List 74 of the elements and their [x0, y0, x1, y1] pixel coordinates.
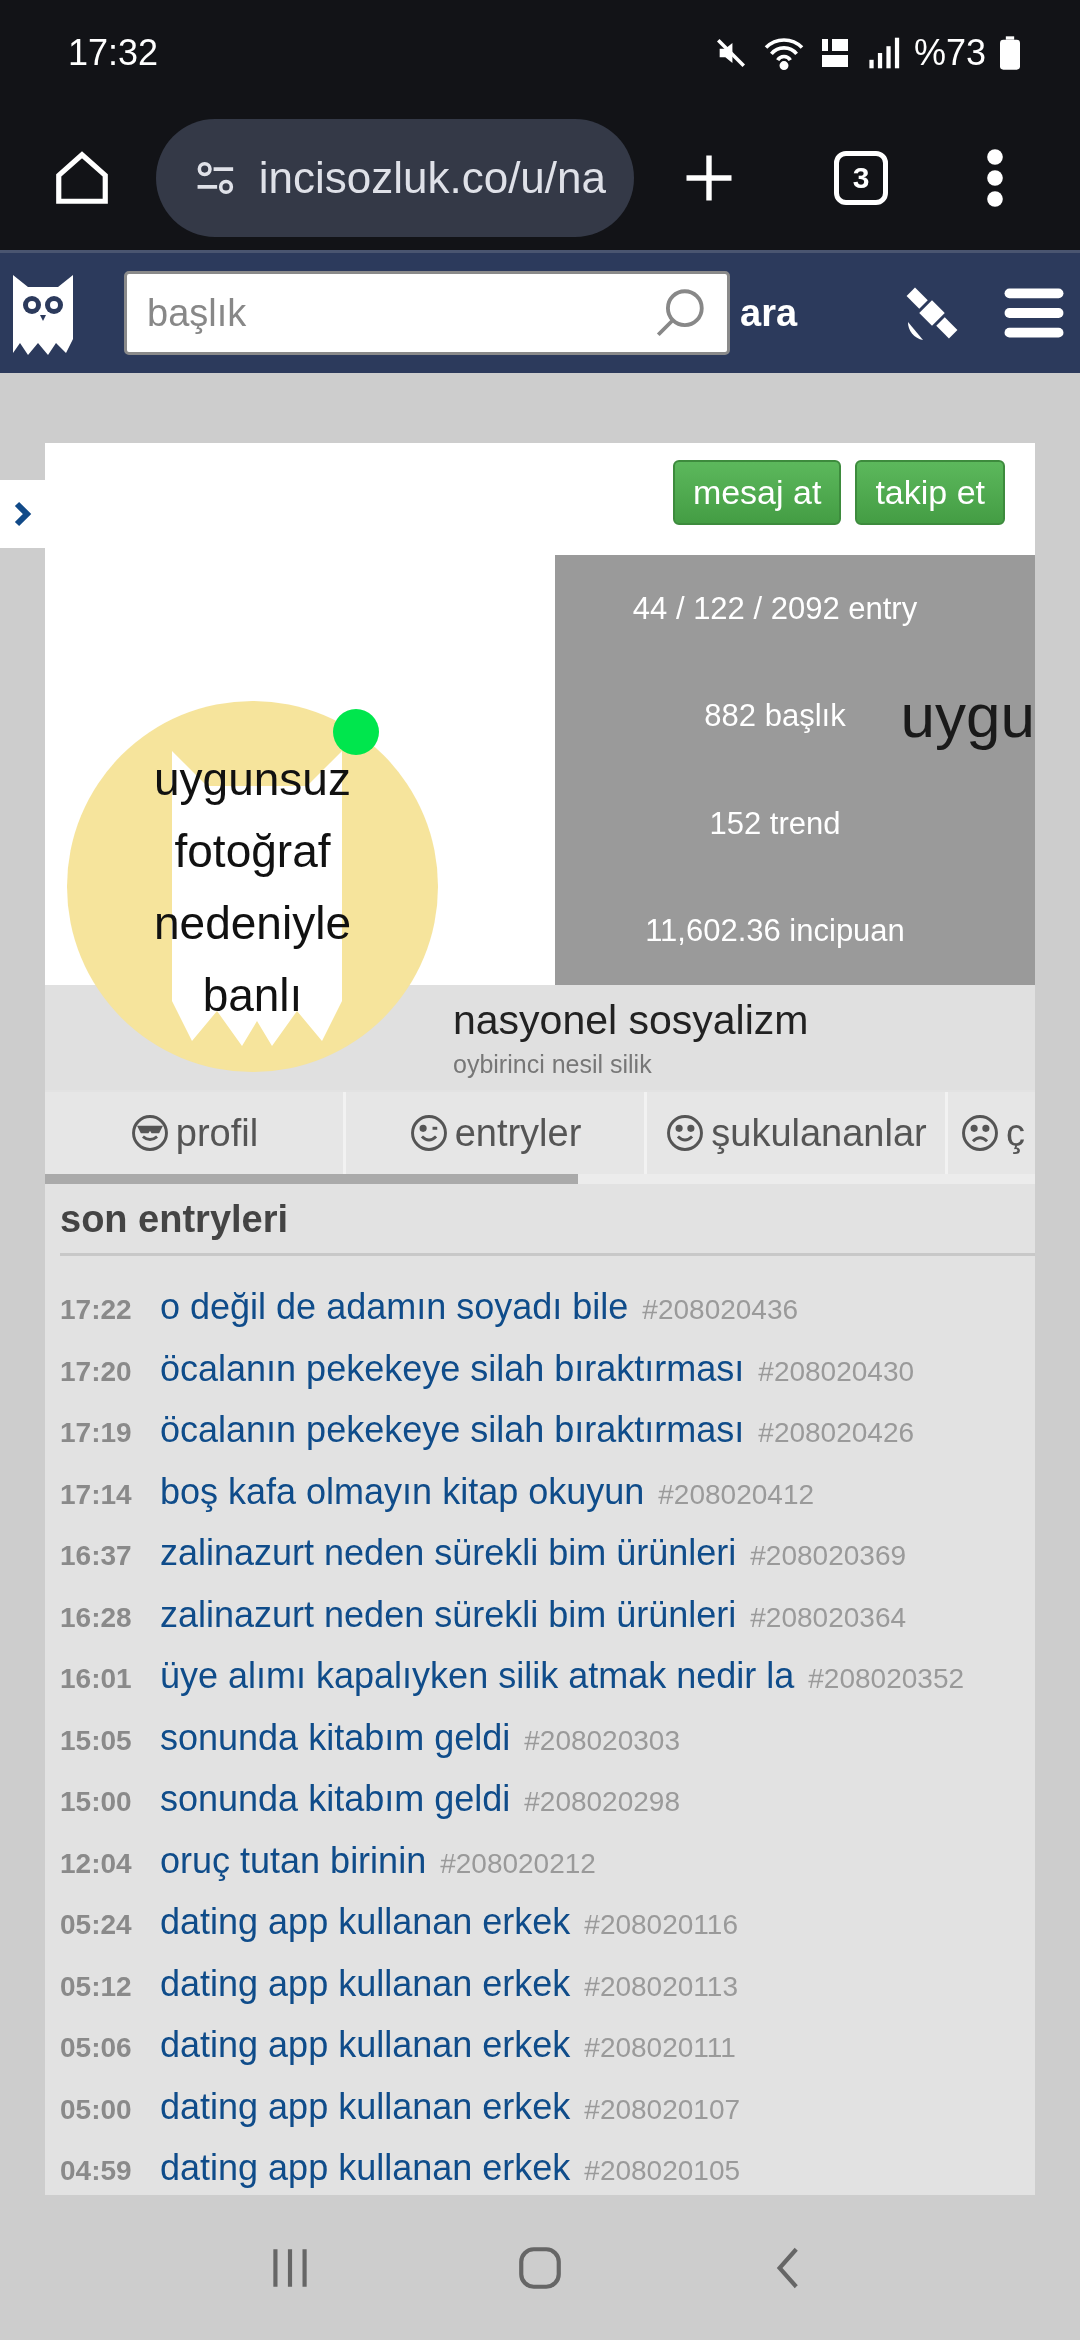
entry-id: #208020212 — [440, 1847, 596, 1879]
entry-title-link[interactable]: zalinazurt neden sürekli bim ürünleri — [160, 1532, 737, 1573]
menu-icon[interactable] — [1004, 286, 1064, 340]
profile-tab[interactable]: şukulananlar — [647, 1092, 948, 1174]
stat-text: 44 / 122 / 2092 entry — [632, 590, 918, 627]
stat-text: 152 trend — [709, 805, 841, 842]
entry-id: #208020369 — [750, 1540, 907, 1571]
entry-time: 04:59 — [60, 2154, 133, 2188]
entry-id: #208020364 — [750, 1601, 907, 1633]
status-time: 17:32 — [68, 31, 160, 74]
entry-time: 12:04 — [60, 1846, 133, 1881]
stats-backdrop-text: uygu — [900, 680, 1035, 751]
battery-icon — [1000, 35, 1020, 70]
sidebar-toggle[interactable] — [0, 480, 45, 548]
battery-level: %73 — [913, 31, 986, 74]
entry-time: 17:22 — [60, 1293, 133, 1327]
url-text: incisozluk.co/u/na — [258, 152, 606, 203]
entry-id: #208020111 — [584, 2032, 736, 2063]
entry-time: 05:06 — [60, 2031, 133, 2065]
entry-title-link[interactable]: dating app kullanan erkek — [160, 1962, 571, 2004]
address-bar[interactable]: incisozluk.co/u/na — [156, 118, 634, 237]
frown-face-icon — [960, 1113, 1000, 1153]
section-heading: son entryleri — [60, 1184, 1035, 1256]
search-field[interactable]: başlık — [145, 274, 651, 352]
entry-title-link[interactable]: dating app kullanan erkek — [160, 2024, 571, 2065]
entry-title-link[interactable]: o değil de adamın soyadı bile — [160, 1286, 629, 1327]
entry-id: #208020426 — [758, 1417, 915, 1448]
profile-tab[interactable]: entryler — [346, 1092, 647, 1174]
entry-id: #208020303 — [524, 1724, 680, 1756]
user-rank: oybirinci nesil silik — [453, 1050, 653, 1079]
entry-time: 05:00 — [60, 2092, 133, 2127]
entry-title-link[interactable]: dating app kullanan erkek — [160, 2085, 571, 2127]
entry-title-link[interactable]: öcalanın pekekeye silah bıraktırması — [160, 1409, 745, 1450]
entry-title-link[interactable]: zalinazurt neden sürekli bim ürünleri — [160, 1593, 737, 1635]
entry-title-link[interactable]: dating app kullanan erkek — [160, 2147, 571, 2188]
entry-title-link[interactable]: öcalanın pekekeye silah bıraktırması — [160, 1347, 745, 1389]
profile-tab[interactable]: ç — [948, 1092, 1035, 1174]
entry-time: 15:05 — [60, 1723, 133, 1758]
entry-time: 15:00 — [60, 1785, 133, 1819]
entry-id: #208020430 — [758, 1355, 915, 1387]
entry-id: #208020105 — [584, 2155, 741, 2186]
entry-time: 16:01 — [60, 1662, 133, 1696]
entry-id: #208020298 — [524, 1786, 680, 1817]
stat-text: 882 başlık — [704, 698, 846, 735]
sunglasses-face-icon — [129, 1113, 170, 1153]
entry-title-link[interactable]: üye alımı kapalıyken silik atmak nedir la — [160, 1655, 795, 1696]
entry-time: 17:19 — [60, 1416, 133, 1450]
avatar-caption: uygunsuz fotoğraf nedeniyle banlı — [153, 751, 352, 1023]
profile-tab[interactable]: profil — [45, 1092, 346, 1174]
entry-id: #208020412 — [658, 1478, 815, 1510]
stat-text: 11,602.36 incipuan — [645, 913, 905, 950]
entry-title-link[interactable]: sonunda kitabım geldi — [160, 1778, 511, 1819]
entry-time: 05:12 — [60, 1969, 133, 2004]
entry-title-link[interactable]: oruç tutan birinin — [160, 1839, 427, 1881]
smile-face-icon — [665, 1113, 706, 1153]
entry-time: 16:37 — [60, 1539, 133, 1573]
entry-time: 17:14 — [60, 1477, 133, 1512]
entry-id: #208020352 — [808, 1663, 965, 1694]
entry-title-link[interactable]: dating app kullanan erkek — [160, 1901, 571, 1942]
entry-title-link[interactable]: sonunda kitabım geldi — [160, 1716, 511, 1758]
chevron-right-icon — [12, 500, 33, 528]
entry-id: #208020113 — [584, 1970, 738, 2002]
user-name: nasyonel sosyalizm — [453, 997, 810, 1044]
entry-id: #208020436 — [642, 1294, 799, 1325]
wink-face-icon — [408, 1113, 449, 1153]
entry-id: #208020116 — [584, 1909, 738, 1940]
entry-time: 16:28 — [60, 1600, 133, 1635]
entry-id: #208020107 — [584, 2093, 741, 2125]
search-box[interactable]: başlık — [124, 271, 730, 355]
entry-title-link[interactable]: boş kafa olmayın kitap okuyun — [160, 1470, 645, 1512]
entry-time: 17:20 — [60, 1354, 133, 1389]
search-button[interactable]: ara — [740, 291, 798, 335]
entry-time: 05:24 — [60, 1908, 133, 1942]
tab-count-button[interactable]: 3 — [834, 150, 888, 205]
